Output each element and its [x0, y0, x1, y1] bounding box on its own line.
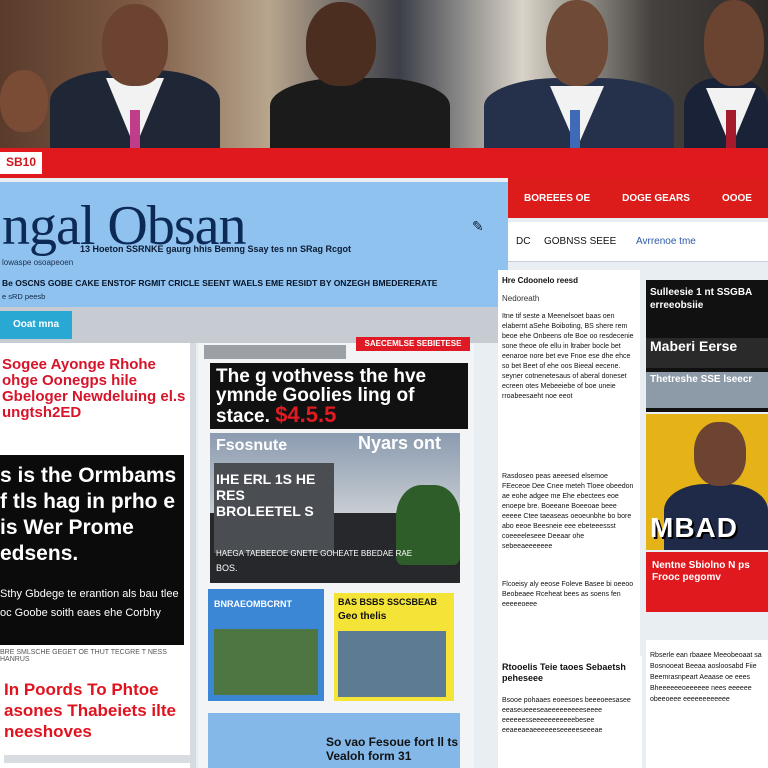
photo-bottom-text: HAEGA TAEBEEOE GNETE GOHEATE BBEDAE RAE	[216, 549, 413, 558]
nav-item[interactable]: BOREEES OE	[524, 193, 590, 204]
share-icon[interactable]: ✎	[472, 218, 484, 234]
ad-yellow-portrait[interactable]: MBAD	[646, 414, 768, 550]
right-nav-bar: BOREEES OE DOGE GEARS OOOE	[508, 178, 768, 218]
story-card-blue[interactable]: BNRAEOMBCRNT	[208, 589, 324, 701]
masthead-subticker: e sRD peesb	[2, 292, 46, 301]
right-mid-article: Rtooelis Teie taoes Sebaetsh peheseee Bs…	[498, 656, 642, 768]
mid-red-tag[interactable]: SAECEMLSE SEBIETESE	[356, 337, 470, 351]
article-subheading: Nedoreath	[502, 294, 540, 303]
left-separator-text: BRE SMLSCHE GEGET OE THUT TECGRE T NESS …	[0, 649, 167, 663]
portrait-face	[694, 422, 746, 486]
story-card-label: BAS BSBS SSCSBEAB	[338, 597, 438, 607]
ad-title: Sulleesie 1 nt SSGBA erreeobsiie	[650, 287, 752, 311]
ad-mid-text: Maberi Eerse	[646, 338, 768, 368]
story-card-image	[338, 631, 446, 697]
banner-photo-strip	[0, 0, 768, 148]
article-paragraph: Bsooe pohaaes eoeesoes beeeoeesasee eeas…	[502, 697, 631, 734]
subnav-item[interactable]: GOBNSS SEEE	[544, 236, 616, 247]
subnav-item[interactable]: DC	[516, 236, 530, 247]
left-footer-bar	[4, 755, 190, 763]
article-paragraph: Flcoeisy aly eeose Foleve Basee bi oeeoo…	[502, 581, 634, 608]
left-red-headline[interactable]: Sogee Ayonge Rhohe ohge Oonegps hile Gbe…	[2, 357, 192, 421]
story-card-image	[214, 629, 318, 695]
photo-bottom-text: BOS.	[216, 563, 238, 573]
person-photo	[484, 0, 674, 148]
ad-red[interactable]: Nentne Sbiolno N ps Frooc pegomv	[646, 552, 768, 612]
left-column: Sogee Ayonge Rhohe ohge Oonegps hile Gbe…	[0, 343, 196, 768]
masthead: ngal Obsan 13 Hoeton SSRNKE gaurg hhis B…	[0, 182, 508, 307]
feature-headline: s is the Ormbams f tls hag in prho e is …	[0, 464, 177, 565]
ad-red-text: Nentne Sbiolno N ps Frooc pegomv	[652, 560, 750, 583]
story-card-label: BNRAEOMBCRNT	[214, 599, 292, 609]
person-photo	[0, 0, 60, 148]
mid-top-bar	[204, 345, 346, 359]
nav-item[interactable]: OOOE	[722, 193, 752, 204]
photo-caption: Nyars ont	[358, 433, 442, 453]
photo-overlay-text: IHE ERL 1S HE RES BROLEETEL S	[216, 471, 316, 519]
primary-button[interactable]: Ooat mna	[0, 311, 72, 339]
story-card-bottom[interactable]: So vao Fesoue fort ll ts Vealoh form 31	[208, 713, 460, 768]
left-red-headline-2[interactable]: In Poords To Phtoe asones Thabeiets ilte…	[4, 679, 190, 742]
person-photo	[270, 0, 450, 148]
story-card-text: So vao Fesoue fort ll ts Vealoh form 31	[326, 735, 459, 763]
article-paragraph: Rasdoseo peas aeeesed elsemoe FEeceoe De…	[502, 473, 634, 550]
ad-overlay-text: MBAD	[650, 512, 738, 543]
right-bottom-article: Rbserle ean rbaaee Meeobeoaat sa Bosnooe…	[646, 640, 768, 768]
story-card-sublabel: Geo thelis	[338, 611, 387, 622]
main-story-photo[interactable]: Fsosnute Nyars ont IHE ERL 1S HE RES BRO…	[210, 433, 460, 583]
top-red-bar: SB10	[0, 148, 768, 178]
subnav-item[interactable]: Avrrenoe tme	[636, 236, 696, 247]
masthead-tagline: 13 Hoeton SSRNKE gaurg hhis Bemng Ssay t…	[80, 244, 352, 254]
ad-black[interactable]: Sulleesie 1 nt SSGBA erreeobsiie Maberi …	[646, 280, 768, 412]
article-heading[interactable]: Rtooelis Teie taoes Sebaetsh peheseee	[502, 662, 642, 684]
masthead-ticker: Be OSCNS GOBE CAKE ENSTOF RGMIT CRICLE S…	[2, 278, 438, 288]
photo-caption: Fsosnute	[216, 437, 288, 454]
person-photo	[684, 0, 768, 148]
middle-column: SAECEMLSE SEBIETESE The g vothvess the h…	[198, 337, 474, 768]
ad-gray-text: Thetreshe SSE lseecr	[646, 372, 768, 408]
left-feature-box[interactable]: s is the Ormbams f tls hag in prho e is …	[0, 455, 184, 645]
price-label: $4.5.5	[275, 402, 337, 427]
feature-summary: Sthy Gbdege te erantion als bau tlee oc …	[0, 588, 179, 619]
main-headline[interactable]: The g vothvess the hve ymnde Goolies lin…	[210, 363, 468, 429]
article-paragraph: Itne tif seste a Meenelsoet baas oen ela…	[502, 313, 634, 400]
masthead-subline: lowaspe osoapeoen	[2, 258, 74, 267]
story-card-yellow[interactable]: BAS BSBS SSCSBEAB Geo thelis	[334, 593, 454, 701]
section-tag[interactable]: SB10	[0, 152, 43, 174]
person-photo	[50, 0, 220, 148]
right-article-column: Hre Cdoonelo reesd Nedoreath Itne tif se…	[498, 270, 640, 660]
right-subnav: DC GOBNSS SEEE Avrrenoe tme	[508, 222, 768, 262]
article-paragraph: Rbserle ean rbaaee Meeobeoaat sa Bosnooe…	[650, 652, 762, 703]
article-heading[interactable]: Hre Cdoonelo reesd	[502, 276, 578, 285]
nav-item[interactable]: DOGE GEARS	[622, 193, 690, 204]
